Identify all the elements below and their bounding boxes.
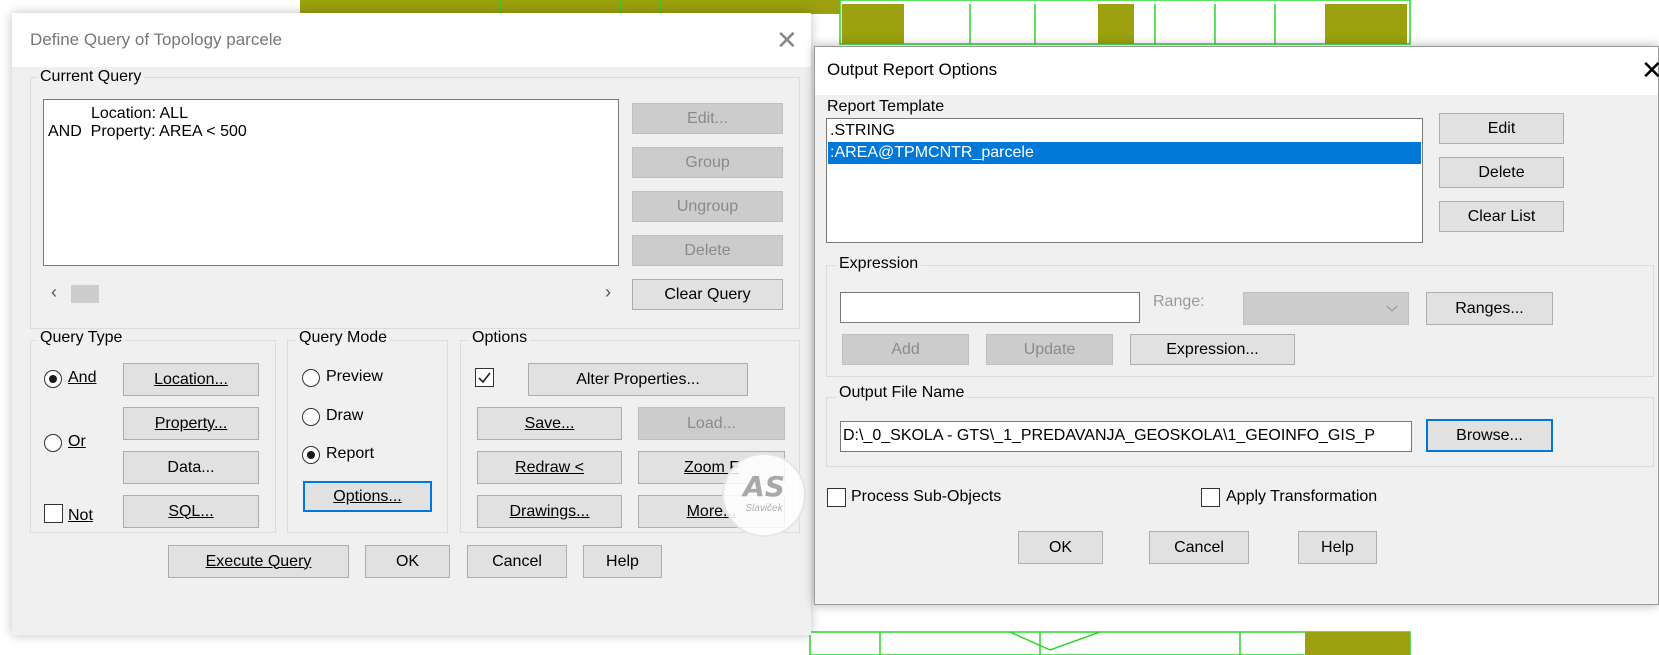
- sql-button-label: SQL...: [168, 502, 214, 520]
- close-icon[interactable]: ✕: [1641, 57, 1659, 83]
- report-ok-button[interactable]: OK: [1018, 531, 1103, 564]
- chevron-down-icon: [1386, 305, 1398, 312]
- alter-properties-button[interactable]: Alter Properties...: [528, 363, 748, 396]
- location-button-label: Location...: [154, 370, 228, 388]
- close-icon[interactable]: ✕: [776, 27, 798, 53]
- expression-button[interactable]: Expression...: [1130, 334, 1295, 365]
- query-help-button[interactable]: Help: [583, 545, 662, 578]
- sql-button[interactable]: SQL...: [123, 495, 259, 528]
- horizontal-scrollbar[interactable]: ‹ ›: [43, 282, 619, 306]
- check-icon: [478, 372, 491, 384]
- apply-transformation-checkbox[interactable]: [1201, 488, 1220, 507]
- ranges-button[interactable]: Ranges...: [1426, 292, 1553, 325]
- list-item[interactable]: .STRING: [828, 120, 1421, 142]
- or-label[interactable]: Or: [68, 433, 86, 451]
- and-radio[interactable]: [44, 370, 62, 388]
- range-label: Range:: [1153, 293, 1205, 310]
- watermark-name: Slaviček: [745, 503, 783, 514]
- group-button[interactable]: Group: [632, 147, 783, 178]
- not-checkbox[interactable]: [44, 504, 63, 523]
- watermark-logo: AS Slaviček: [722, 453, 806, 537]
- preview-radio[interactable]: [302, 369, 320, 387]
- parcel: [1325, 4, 1407, 44]
- query-mode-label: Query Mode: [296, 329, 391, 347]
- list-item[interactable]: :AREA@TPMCNTR_parcele: [828, 142, 1421, 164]
- location-button[interactable]: Location...: [123, 363, 259, 396]
- parcel: [1305, 632, 1410, 655]
- parcel: [300, 0, 840, 14]
- current-query-label: Current Query: [37, 68, 145, 86]
- property-button-label: Property...: [154, 414, 228, 432]
- parcel: [1098, 4, 1134, 44]
- add-button[interactable]: Add: [842, 334, 969, 365]
- query-type-label: Query Type: [37, 329, 126, 347]
- update-button[interactable]: Update: [986, 334, 1113, 365]
- clear-query-button[interactable]: Clear Query: [632, 279, 783, 310]
- alter-properties-checkbox[interactable]: [475, 368, 494, 387]
- query-ok-button[interactable]: OK: [365, 545, 450, 578]
- output-report-dialog: Output Report Options ✕ Report Template …: [814, 46, 1659, 605]
- output-file-label: Output File Name: [836, 384, 968, 402]
- alter-properties-label: Alter Properties...: [576, 370, 700, 388]
- query-options-button[interactable]: Options...: [303, 481, 432, 512]
- or-radio[interactable]: [44, 434, 62, 452]
- report-cancel-button[interactable]: Cancel: [1149, 531, 1249, 564]
- options-button-label: Options...: [333, 487, 402, 505]
- dialog-title: Define Query of Topology parcele: [30, 30, 283, 49]
- ungroup-button[interactable]: Ungroup: [632, 191, 783, 222]
- load-button-label: Load...: [687, 414, 736, 432]
- redraw-button-label: Redraw <: [515, 458, 584, 476]
- report-help-button[interactable]: Help: [1298, 531, 1377, 564]
- delete-query-button[interactable]: Delete: [632, 235, 783, 266]
- current-query-box[interactable]: Location: ALL AND Property: AREA < 500: [43, 99, 619, 266]
- edit-button[interactable]: Edit...: [632, 103, 783, 134]
- clear-list-button[interactable]: Clear List: [1439, 201, 1564, 232]
- process-sub-objects-checkbox[interactable]: [827, 488, 846, 507]
- save-button-label: Save...: [524, 414, 575, 432]
- report-template-list[interactable]: .STRING :AREA@TPMCNTR_parcele: [826, 118, 1423, 243]
- redraw-button[interactable]: Redraw <: [477, 451, 622, 484]
- scroll-left-icon[interactable]: ‹: [51, 282, 57, 303]
- scroll-right-icon[interactable]: ›: [605, 282, 611, 303]
- options-label: Options: [469, 329, 531, 347]
- query-line-location: Location: ALL: [91, 105, 188, 122]
- output-file-value: D:\_0_SKOLA - GTS\_1_PREDAVANJA_GEOSKOLA…: [843, 427, 1376, 444]
- not-label[interactable]: Not: [68, 507, 93, 525]
- drawings-button-label: Drawings...: [509, 502, 590, 520]
- watermark-logo-text: AS: [743, 470, 785, 503]
- property-button[interactable]: Property...: [123, 407, 259, 440]
- report-label[interactable]: Report: [326, 445, 374, 463]
- query-cancel-button[interactable]: Cancel: [467, 545, 567, 578]
- scroll-thumb[interactable]: [71, 285, 99, 303]
- parcel: [842, 4, 904, 44]
- dialog-title: Output Report Options: [827, 60, 998, 79]
- report-radio[interactable]: [302, 446, 320, 464]
- and-label[interactable]: And: [68, 369, 96, 387]
- query-line-property: AND Property: AREA < 500: [48, 123, 247, 140]
- preview-label[interactable]: Preview: [326, 368, 383, 386]
- expression-input[interactable]: [840, 292, 1140, 323]
- define-query-dialog: Define Query of Topology parcele ✕ Curre…: [12, 13, 811, 635]
- apply-transformation-label[interactable]: Apply Transformation: [1226, 488, 1377, 506]
- draw-label[interactable]: Draw: [326, 407, 363, 425]
- report-template-label: Report Template: [827, 98, 945, 115]
- execute-query-button[interactable]: Execute Query: [168, 545, 349, 578]
- process-sub-objects-label[interactable]: Process Sub-Objects: [851, 488, 1001, 506]
- expression-label: Expression: [836, 255, 922, 273]
- data-button[interactable]: Data...: [123, 451, 259, 484]
- range-select[interactable]: [1243, 292, 1409, 325]
- draw-radio[interactable]: [302, 408, 320, 426]
- load-button[interactable]: Load...: [638, 407, 785, 440]
- save-button[interactable]: Save...: [477, 407, 622, 440]
- template-edit-button[interactable]: Edit: [1439, 113, 1564, 144]
- execute-query-label: Execute Query: [205, 552, 312, 570]
- output-file-input[interactable]: D:\_0_SKOLA - GTS\_1_PREDAVANJA_GEOSKOLA…: [840, 421, 1412, 452]
- drawings-button[interactable]: Drawings...: [477, 495, 622, 528]
- browse-button[interactable]: Browse...: [1426, 419, 1553, 452]
- data-button-label: Data...: [167, 458, 215, 476]
- template-delete-button[interactable]: Delete: [1439, 157, 1564, 188]
